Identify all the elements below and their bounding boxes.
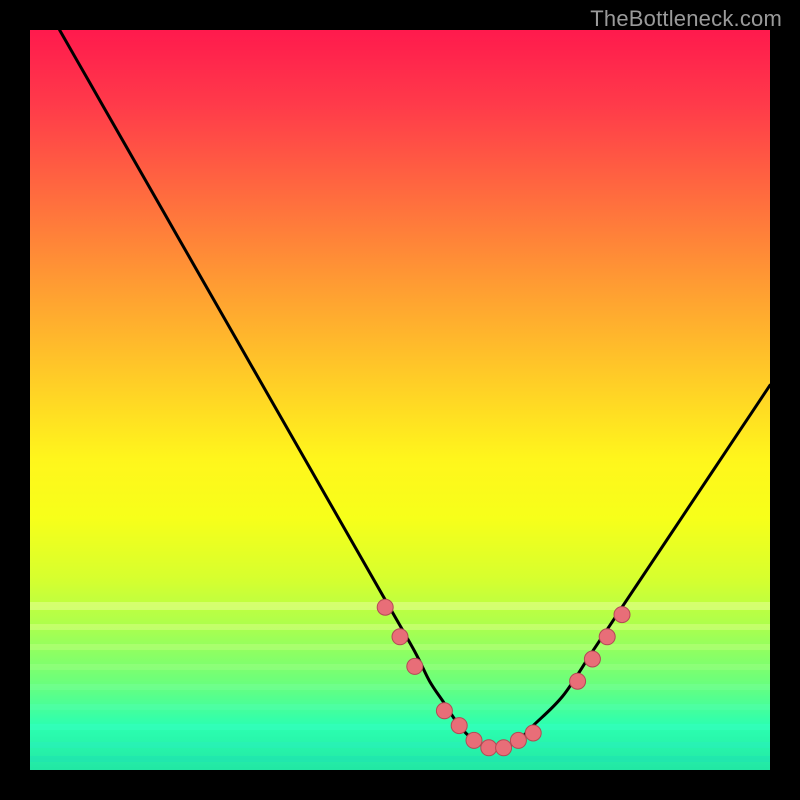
watermark-text: TheBottleneck.com (590, 6, 782, 32)
marker-point (510, 732, 526, 748)
marker-point (481, 740, 497, 756)
marker-point (392, 629, 408, 645)
marker-point (407, 658, 423, 674)
marker-group (377, 599, 630, 756)
marker-point (436, 703, 452, 719)
marker-point (466, 732, 482, 748)
marker-point (451, 718, 467, 734)
marker-point (525, 725, 541, 741)
marker-point (584, 651, 600, 667)
chart-svg (30, 30, 770, 770)
marker-point (599, 629, 615, 645)
marker-point (377, 599, 393, 615)
outer-frame: TheBottleneck.com (0, 0, 800, 800)
bottleneck-curve-path (60, 30, 770, 749)
marker-point (614, 607, 630, 623)
plot-area (30, 30, 770, 770)
marker-point (496, 740, 512, 756)
marker-point (570, 673, 586, 689)
